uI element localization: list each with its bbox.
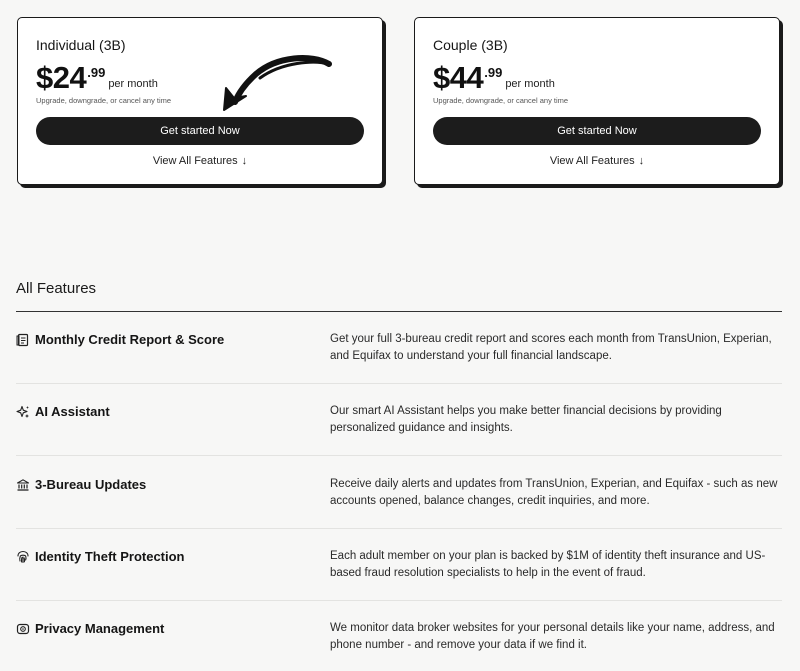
- feature-row: Identity Theft Protection Each adult mem…: [16, 529, 782, 601]
- get-started-button[interactable]: Get started Now: [433, 117, 761, 145]
- price-dollars: $44: [433, 60, 484, 95]
- arrow-down-icon: ↓: [638, 155, 645, 167]
- all-features-heading: All Features: [16, 280, 97, 297]
- feature-description: Get your full 3-bureau credit report and…: [330, 333, 772, 362]
- hand-drawn-arrow-icon: [223, 55, 332, 111]
- feature-description: We monitor data broker websites for your…: [330, 622, 775, 651]
- price-period: per month: [505, 78, 555, 90]
- price-note: Upgrade, downgrade, or cancel any time: [433, 96, 569, 105]
- document-icon: [16, 333, 30, 347]
- get-started-button[interactable]: Get started Now: [36, 117, 364, 145]
- pricing-page: Individual (3B) $24.99per month Upgrade,…: [0, 0, 800, 671]
- fingerprint-icon: [16, 550, 30, 564]
- row-divider: [16, 455, 782, 456]
- feature-title-wrap: AI Assistant: [16, 404, 110, 419]
- feature-description: Our smart AI Assistant helps you make be…: [330, 405, 722, 434]
- feature-title: Monthly Credit Report & Score: [35, 332, 225, 347]
- price: $44.99per month: [433, 61, 555, 95]
- feature-title-wrap: 3-Bureau Updates: [16, 477, 146, 492]
- feature-title-wrap: Identity Theft Protection: [16, 549, 185, 564]
- feature-title-wrap: Monthly Credit Report & Score: [16, 332, 224, 347]
- privacy-icon: [16, 622, 30, 636]
- feature-row: Monthly Credit Report & Score Get your f…: [16, 312, 782, 384]
- feature-description: Each adult member on your plan is backed…: [330, 550, 766, 579]
- feature-row: Privacy Management We monitor data broke…: [16, 601, 782, 671]
- price-cents: .99: [484, 65, 503, 80]
- view-all-features-label: View All Features: [549, 155, 635, 167]
- feature-row: AI Assistant Our smart AI Assistant help…: [16, 384, 782, 456]
- price-cents: .99: [87, 65, 106, 80]
- feature-title: Privacy Management: [35, 621, 165, 636]
- view-all-features-link[interactable]: View All Features ↓: [415, 155, 779, 167]
- sparkle-icon: [16, 405, 30, 419]
- price-dollars: $24: [36, 60, 87, 95]
- feature-title-wrap: Privacy Management: [16, 621, 164, 636]
- price: $24.99per month: [36, 61, 158, 95]
- price-period: per month: [108, 78, 158, 90]
- feature-title: Identity Theft Protection: [35, 549, 185, 564]
- feature-description: Receive daily alerts and updates from Tr…: [330, 478, 778, 507]
- view-all-features-label: View All Features: [152, 155, 238, 167]
- feature-title: 3-Bureau Updates: [35, 477, 147, 492]
- plan-card-couple: Couple (3B) $44.99per month Upgrade, dow…: [414, 17, 780, 185]
- view-all-features-link[interactable]: View All Features ↓: [18, 155, 382, 167]
- feature-row: 3-Bureau Updates Receive daily alerts an…: [16, 457, 782, 529]
- arrow-down-icon: ↓: [241, 155, 248, 167]
- plan-name: Individual (3B): [36, 37, 126, 53]
- bank-icon: [16, 478, 30, 492]
- price-note: Upgrade, downgrade, or cancel any time: [36, 96, 172, 105]
- plan-name: Couple (3B): [433, 37, 508, 53]
- feature-title: AI Assistant: [35, 404, 110, 419]
